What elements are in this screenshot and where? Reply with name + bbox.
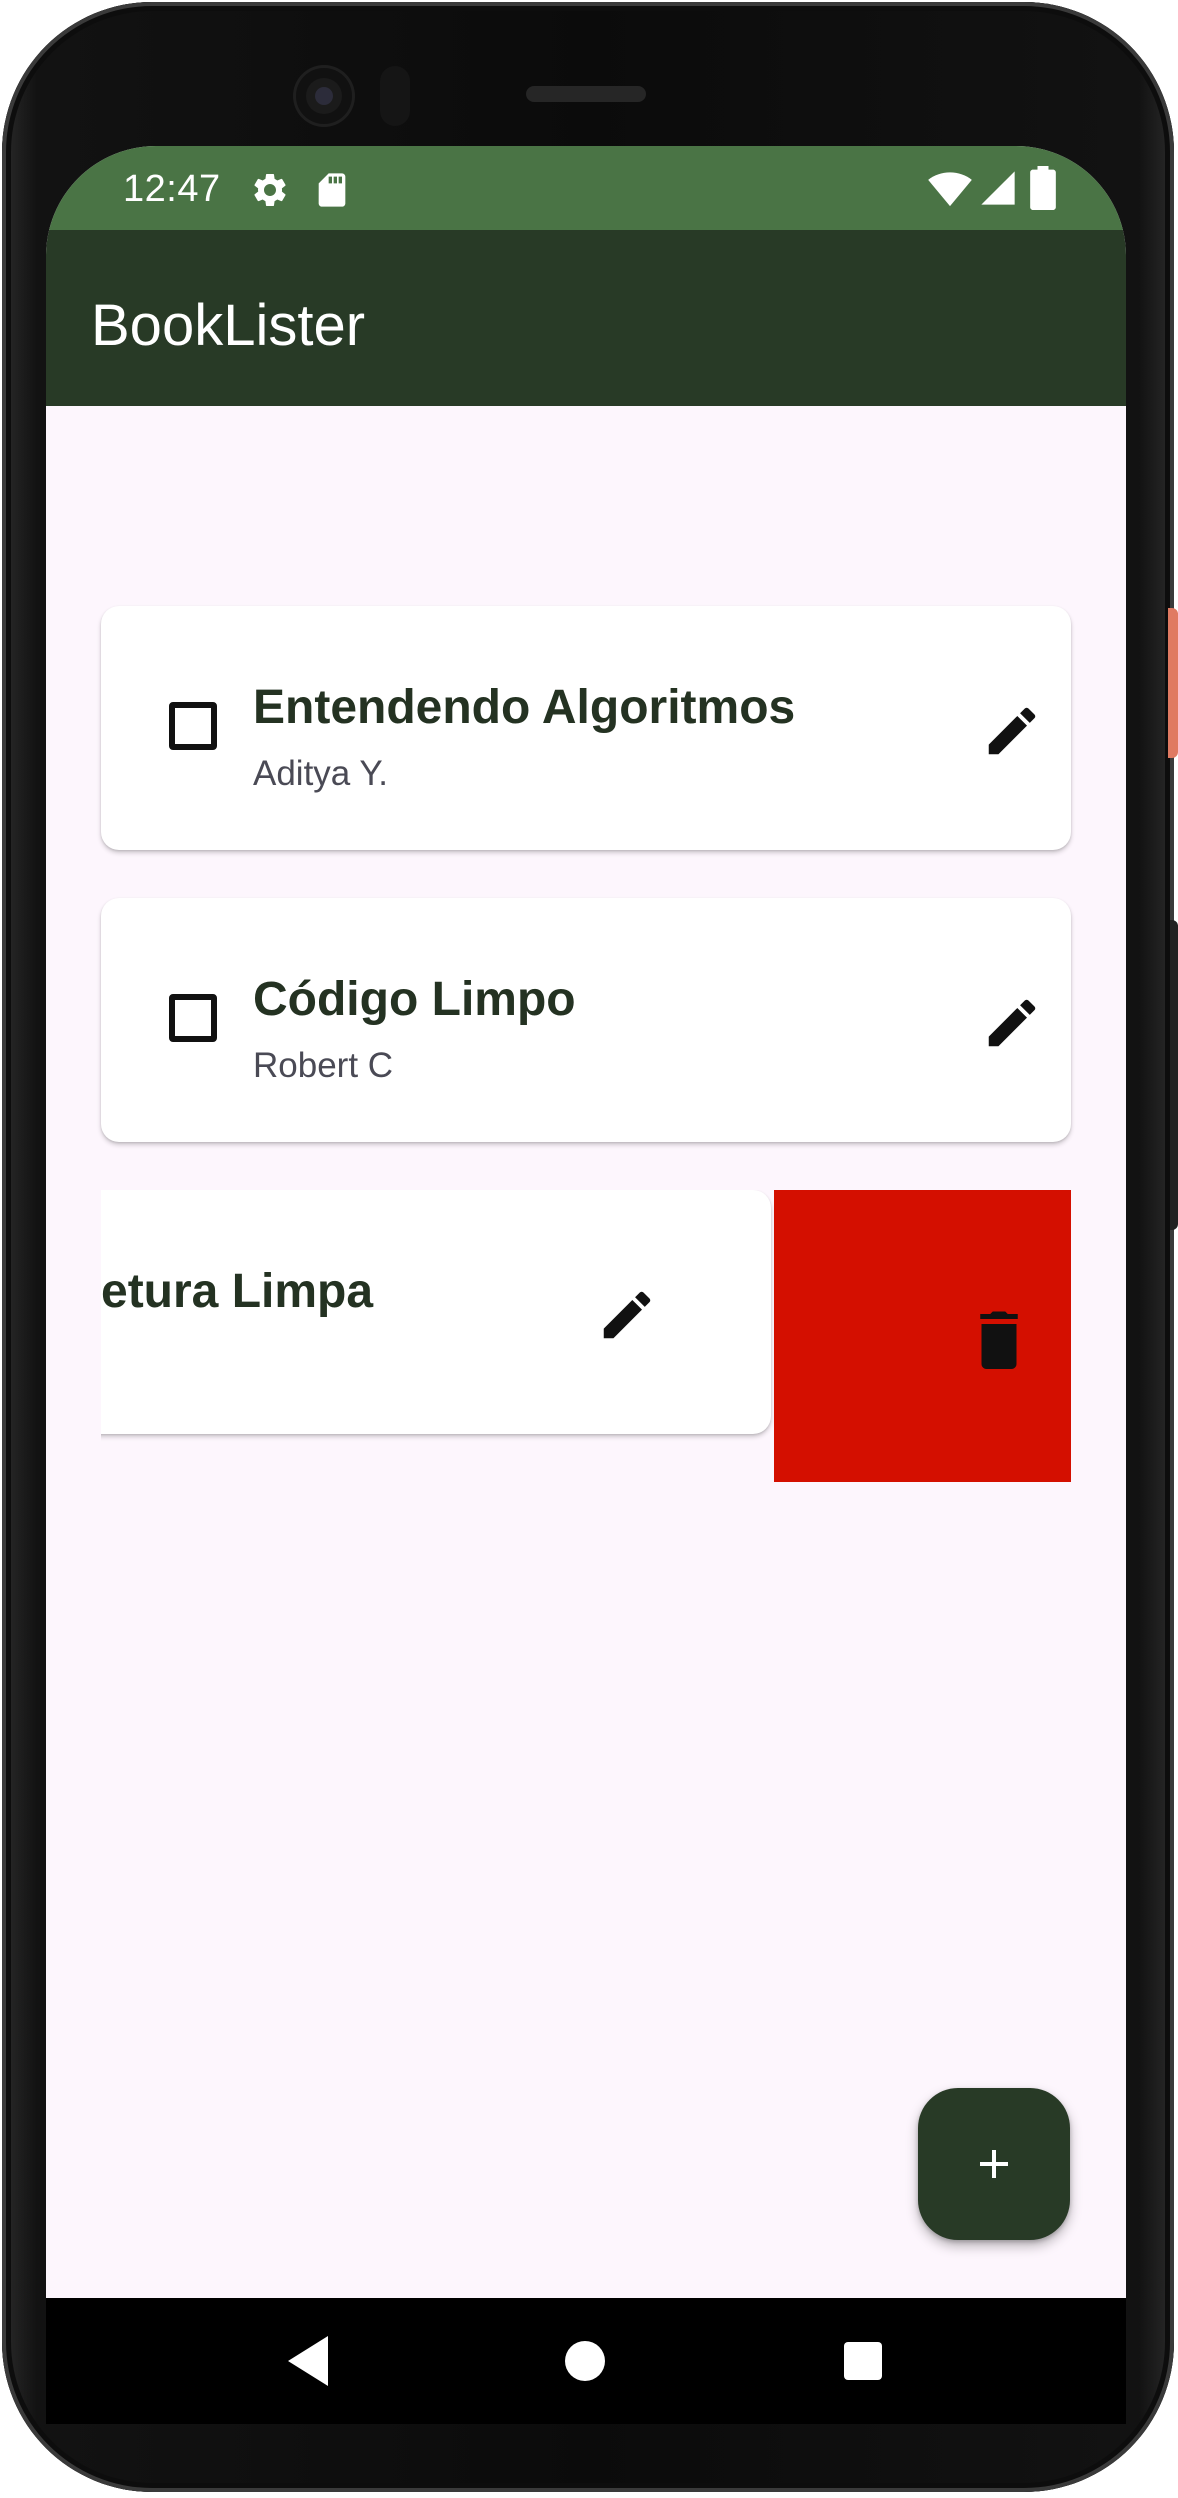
sd-card-icon: [312, 170, 352, 215]
plus-icon: [980, 2150, 1008, 2178]
book-list: Entendendo Algoritmos Aditya Y. Código L…: [46, 406, 1126, 2306]
book-card[interactable]: etura Limpa: [101, 1190, 771, 1434]
back-icon[interactable]: [284, 2334, 334, 2393]
proximity-sensor: [380, 66, 410, 126]
edit-button[interactable]: [981, 700, 1043, 762]
battery-icon: [1030, 166, 1056, 215]
status-time: 12:47: [123, 168, 221, 210]
signal-icon: [978, 168, 1018, 213]
gear-icon: [250, 170, 290, 215]
edit-button[interactable]: [981, 992, 1043, 1054]
app-bar: BookLister: [46, 230, 1126, 406]
book-card[interactable]: Entendendo Algoritmos Aditya Y.: [101, 606, 1071, 850]
book-title: etura Limpa: [101, 1265, 374, 1318]
book-title: Código Limpo: [253, 973, 576, 1026]
home-icon[interactable]: [565, 2341, 605, 2381]
book-card[interactable]: Código Limpo Robert C: [101, 898, 1071, 1142]
pencil-icon: [603, 1291, 651, 1339]
pencil-icon: [988, 707, 1036, 755]
delete-swipe-background[interactable]: [774, 1190, 1071, 1482]
wifi-icon: [928, 168, 972, 213]
power-button: [1168, 608, 1178, 758]
read-checkbox[interactable]: [169, 994, 217, 1042]
book-author: Aditya Y.: [253, 754, 388, 793]
volume-button: [1170, 920, 1178, 1230]
swiped-book-row[interactable]: etura Limpa: [101, 1190, 1071, 1482]
app-title: BookLister: [91, 293, 366, 358]
recents-icon[interactable]: [844, 2342, 882, 2380]
read-checkbox[interactable]: [169, 702, 217, 750]
navigation-bar: [46, 2298, 1126, 2424]
earpiece-speaker: [526, 86, 646, 102]
edit-button[interactable]: [596, 1284, 658, 1346]
add-book-button[interactable]: [918, 2088, 1070, 2240]
trash-icon[interactable]: [969, 1306, 1029, 1372]
book-title: Entendendo Algoritmos: [253, 681, 796, 734]
pencil-icon: [988, 999, 1036, 1047]
status-bar: 12:47: [46, 146, 1126, 230]
screen: 12:47 BookLister Entendendo Algoritmos A…: [46, 146, 1126, 2424]
front-camera: [296, 68, 352, 124]
book-author: Robert C: [253, 1046, 394, 1085]
